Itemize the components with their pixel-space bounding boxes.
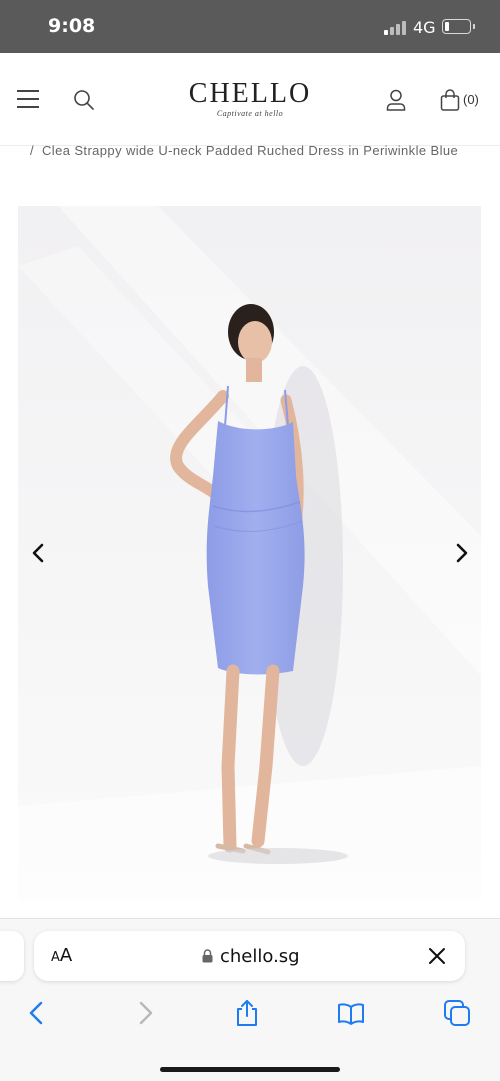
tabs-icon[interactable] xyxy=(443,999,471,1027)
site-header: CHELLO Captivate at hello (0) xyxy=(0,53,500,146)
close-icon[interactable] xyxy=(428,947,446,965)
url-text: chello.sg xyxy=(220,945,300,967)
product-photo xyxy=(18,206,481,900)
chevron-right-icon[interactable] xyxy=(448,540,474,566)
battery-icon xyxy=(442,19,475,34)
menu-icon[interactable] xyxy=(17,90,39,108)
share-icon[interactable] xyxy=(233,999,261,1027)
forward-icon[interactable] xyxy=(130,999,158,1027)
previous-tab-card[interactable] xyxy=(0,931,24,981)
shopping-bag-icon[interactable] xyxy=(440,89,460,111)
logo-text: CHELLO xyxy=(188,78,312,109)
logo-tagline: Captivate at hello xyxy=(216,109,284,118)
account-icon[interactable] xyxy=(386,89,406,111)
product-image[interactable] xyxy=(18,206,481,900)
breadcrumb: / Clea Strappy wide U-neck Padded Ruched … xyxy=(30,143,480,159)
home-indicator xyxy=(160,1067,340,1072)
breadcrumb-separator: / xyxy=(30,143,35,158)
cellular-signal-icon xyxy=(384,20,408,35)
status-time: 9:08 xyxy=(48,15,96,37)
network-type: 4G xyxy=(413,18,436,37)
url-display[interactable]: chello.sg xyxy=(202,945,300,967)
chello-logo[interactable]: CHELLO Captivate at hello xyxy=(150,78,350,119)
breadcrumb-current: Clea Strappy wide U-neck Padded Ruched D… xyxy=(42,143,459,158)
lock-icon xyxy=(202,949,213,963)
back-icon[interactable] xyxy=(24,999,52,1027)
chevron-left-icon[interactable] xyxy=(26,540,52,566)
browser-bottom-bar: AA chello.sg xyxy=(0,918,500,1081)
status-bar: 9:08 4G xyxy=(0,0,500,53)
bookmarks-icon[interactable] xyxy=(337,999,365,1027)
address-bar[interactable]: AA chello.sg xyxy=(34,931,465,981)
cart-count[interactable]: (0) xyxy=(463,92,479,107)
text-size-button[interactable]: AA xyxy=(51,945,72,966)
search-icon[interactable] xyxy=(73,89,95,111)
